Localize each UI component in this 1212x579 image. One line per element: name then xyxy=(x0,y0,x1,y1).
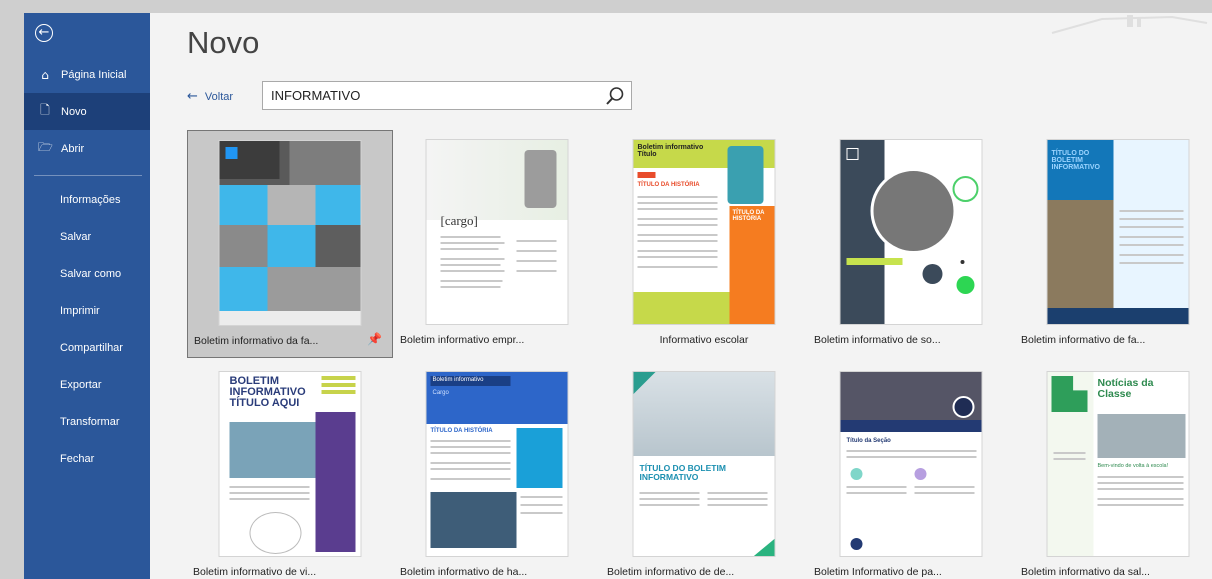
sidebar-item-abrir[interactable]: 🗁 Abrir xyxy=(24,130,150,167)
template-tile[interactable]: TÍTULO DO BOLETIM INFORMATIVO Boletim inf… xyxy=(601,362,807,579)
back-arrow-icon[interactable]: ← xyxy=(35,24,53,42)
template-tile[interactable]: Notícias da Classe Bem-vindo de volta à e… xyxy=(1015,362,1212,579)
thumbnail-heading: BOLETIM INFORMATIVO TÍTULO AQUI xyxy=(229,375,306,410)
template-thumbnail: Boletim informativo Título TÍTULO DA HIST… xyxy=(632,139,776,325)
sidebar-command-salvar[interactable]: Salvar xyxy=(60,231,91,243)
template-label: Boletim informativo de so... xyxy=(814,334,941,346)
back-arrow-icon: ← xyxy=(187,89,198,104)
template-label: Boletim informativo de vi... xyxy=(193,566,317,578)
template-label: Boletim informativo de de... xyxy=(607,566,735,578)
sidebar-command-imprimir[interactable]: Imprimir xyxy=(60,305,100,317)
template-label: Boletim informativo empr... xyxy=(400,334,525,346)
search-input[interactable] xyxy=(263,82,593,109)
open-folder-icon: 🗁 xyxy=(38,140,53,154)
sidebar-command-fechar[interactable]: Fechar xyxy=(60,453,94,465)
new-document-icon: 🗋 xyxy=(40,103,50,117)
backstage-sidebar: ← ⌂ Página Inicial 🗋 Novo 🗁 Abrir Inform… xyxy=(24,13,150,579)
sidebar-item-label: Abrir xyxy=(61,142,85,155)
pin-icon[interactable]: 📌 xyxy=(367,332,382,346)
sidebar-command-exportar[interactable]: Exportar xyxy=(60,379,102,391)
thumbnail-heading: [cargo] xyxy=(440,213,478,228)
home-icon: ⌂ xyxy=(41,67,49,82)
back-link[interactable]: ← Voltar xyxy=(187,89,233,104)
template-thumbnail: Notícias da Classe Bem-vindo de volta à e… xyxy=(1046,371,1190,557)
sidebar-item-label: Página Inicial xyxy=(61,68,127,81)
sidebar-divider xyxy=(34,175,142,176)
sidebar-command-salvar-como[interactable]: Salvar como xyxy=(60,268,121,280)
template-thumbnail: BOLETIM INFORMATIVO TÍTULO AQUI xyxy=(218,371,362,557)
sidebar-command-compartilhar[interactable]: Compartilhar xyxy=(60,342,123,354)
template-tile[interactable]: BOLETIM INFORMATIVO TÍTULO AQUI Boletim in… xyxy=(187,362,393,579)
sidebar-item-pagina-inicial[interactable]: ⌂ Página Inicial xyxy=(24,56,150,93)
template-thumbnail xyxy=(839,139,983,325)
template-tile[interactable]: [cargo] Boletim informativo empr... xyxy=(394,130,600,358)
template-tile[interactable]: Título da Seção Boletim Informativo de p… xyxy=(808,362,1014,579)
sidebar-item-novo[interactable]: 🗋 Novo xyxy=(24,93,150,130)
backstage-window: ← ⌂ Página Inicial 🗋 Novo 🗁 Abrir Inform… xyxy=(24,13,1212,579)
template-tile[interactable]: Boletim informativo de so... xyxy=(808,130,1014,358)
back-link-label: Voltar xyxy=(204,90,234,103)
template-tile[interactable]: TÍTULO DO BOLETIM INFORMATIVO Boletim in… xyxy=(1015,130,1212,358)
sidebar-command-informacoes[interactable]: Informações xyxy=(60,194,121,206)
template-thumbnail xyxy=(218,140,362,326)
template-label: Boletim Informativo de pa... xyxy=(814,566,942,578)
template-thumbnail: [cargo] xyxy=(425,139,569,325)
search-box xyxy=(262,81,632,110)
template-thumbnail: TÍTULO DO BOLETIM INFORMATIVO xyxy=(1046,139,1190,325)
template-tile[interactable]: Boletim informativo Título TÍTULO DA HIST… xyxy=(601,130,807,358)
template-tile[interactable]: Boletim informativo Cargo TÍTULO DA HIST… xyxy=(394,362,600,579)
thumbnail-heading: Notícias da Classe xyxy=(1097,377,1154,400)
thumbnail-heading: Boletim informativo Título xyxy=(637,144,704,159)
template-tile[interactable]: Boletim informativo da fa... 📌 xyxy=(187,130,393,358)
template-thumbnail: Boletim informativo Cargo TÍTULO DA HIST… xyxy=(425,371,569,557)
watermark-decoration xyxy=(1051,15,1208,34)
template-thumbnail: TÍTULO DO BOLETIM INFORMATIVO xyxy=(632,371,776,557)
page-title: Novo xyxy=(187,25,260,60)
template-label: Informativo escolar xyxy=(659,334,749,346)
template-label: Boletim informativo de fa... xyxy=(1021,334,1146,346)
sidebar-command-transformar[interactable]: Transformar xyxy=(60,416,120,428)
template-label: Boletim informativo de ha... xyxy=(400,566,528,578)
template-label: Boletim informativo da fa... xyxy=(194,335,319,347)
template-label: Boletim informativo da sal... xyxy=(1021,566,1150,578)
search-icon[interactable] xyxy=(605,86,625,106)
template-thumbnail: Título da Seção xyxy=(839,371,983,557)
sidebar-item-label: Novo xyxy=(61,105,87,118)
thumbnail-heading: TÍTULO DO BOLETIM INFORMATIVO xyxy=(639,463,726,482)
